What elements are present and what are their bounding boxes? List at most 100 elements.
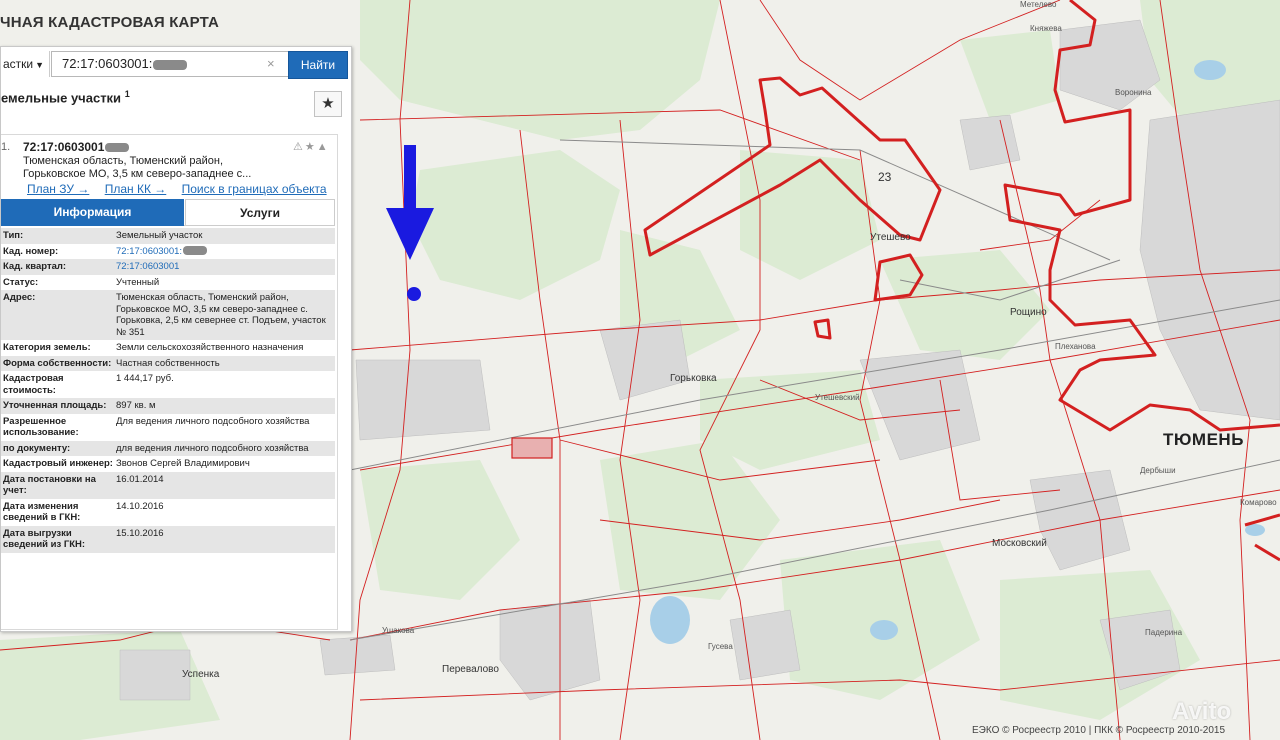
info-value: для ведения личного подсобного хозяйства	[113, 441, 335, 457]
info-value: 1 444,17 руб.	[113, 371, 335, 398]
info-value: Земли сельскохозяйственного назначения	[113, 340, 335, 356]
results-count: 1	[124, 89, 130, 99]
info-value-text: Для ведения личного подсобного хозяйства	[116, 415, 310, 427]
info-value-text: 16.01.2014	[116, 473, 164, 485]
info-row: Категория земель: Земли сельскохозяйствен…	[1, 340, 335, 356]
tab-services[interactable]: Услуги	[185, 199, 335, 225]
info-value: Тюменская область, Тюменский район, Горь…	[113, 290, 335, 340]
info-value: Учтенный	[113, 275, 335, 291]
map-label-voronina: Воронина	[1115, 88, 1152, 97]
info-row: Кадастровый инженер: Звонов Сергей Владим…	[1, 456, 335, 472]
info-key: Дата постановки на учет:	[3, 473, 96, 497]
info-row: Форма собственности: Частная собственност…	[1, 355, 335, 372]
link-plan-zu[interactable]: План ЗУ →	[27, 182, 89, 196]
map-label-guseva: Гусева	[708, 642, 733, 651]
info-row: Статус: Учтенный	[1, 275, 335, 291]
link-plan-kk[interactable]: План КК →	[105, 182, 167, 196]
info-value-text: Тюменская область, Тюменский район, Горь…	[116, 292, 326, 338]
info-key: Тип:	[3, 230, 24, 241]
info-value-text: Звонов Сергей Владимирович	[116, 458, 250, 469]
find-button[interactable]: Найти	[288, 51, 348, 79]
info-row: Дата выгрузки сведений из ГКН: 15.10.2016	[1, 525, 335, 553]
map-attribution: ЕЭКО © Росреестр 2010 | ПКК © Росреестр …	[972, 725, 1226, 736]
info-row: Адрес: Тюменская область, Тюменский район…	[1, 290, 335, 340]
redacted-mark	[183, 246, 208, 256]
search-input-value: 72:17:0603001:	[62, 56, 153, 71]
result-id-text: 72:17:0603001	[23, 140, 105, 154]
card-action-icons[interactable]: ⚠★▲	[293, 140, 330, 153]
redacted-mark	[153, 59, 188, 70]
info-key: Уточненная площадь:	[3, 400, 107, 411]
map-label-knyazheva: Княжева	[1030, 24, 1062, 33]
info-row: Кад. номер: 72:17:0603001:	[1, 244, 335, 260]
redacted-mark	[105, 143, 130, 153]
info-row: Дата постановки на учет: 16.01.2014	[1, 471, 335, 499]
clear-icon[interactable]: ×	[267, 56, 275, 71]
map-label-uspenka: Успенка	[182, 669, 220, 680]
info-value-text: 72:17:0603001:	[116, 245, 183, 257]
info-key: Кадастровая стоимость:	[3, 373, 64, 396]
info-value: Для ведения личного подсобного хозяйства	[113, 414, 335, 441]
app-title: ЧНАЯ КАДАСТРОВАЯ КАРТА	[0, 14, 220, 31]
map-label-moskovsky: Московский	[992, 538, 1047, 549]
search-type-value: астки	[3, 57, 34, 71]
info-value: 15.10.2016	[113, 526, 335, 553]
info-key: Адрес:	[3, 292, 36, 303]
map-label-gorkovka: Горьковка	[670, 373, 717, 384]
info-value: 897 кв. м	[113, 398, 335, 414]
info-row: Разрешенное использование: Для ведения ли…	[1, 414, 335, 441]
result-cadastral-id[interactable]: 72:17:0603001	[23, 140, 130, 154]
info-key: Кад. номер:	[3, 245, 59, 257]
info-value-text: Частная собственность	[116, 357, 220, 369]
info-key: Статус:	[3, 276, 39, 288]
result-index: 1.	[1, 141, 11, 153]
avito-watermark: Avito	[1172, 698, 1232, 725]
favorite-star-icon[interactable]: ★	[314, 91, 342, 117]
map-label-utesheva: Утешево	[870, 232, 911, 243]
map-label-tyumen: ТЮМЕНЬ	[1163, 430, 1244, 449]
map-label-plekhanova: Плеханова	[1055, 342, 1096, 351]
info-value[interactable]: 72:17:0603001	[113, 259, 335, 275]
info-value-text: 897 кв. м	[116, 400, 156, 411]
map-label-komarovo: Комарово	[1240, 498, 1277, 507]
info-value-text: для ведения личного подсобного хозяйства	[116, 442, 309, 454]
info-value: 14.10.2016	[113, 499, 335, 526]
info-key: Кадастровый инженер:	[3, 458, 113, 469]
info-key: Категория земель:	[3, 342, 91, 353]
info-row: Дата изменения сведений в ГКН: 14.10.2016	[1, 499, 335, 526]
map-label-block-number: 23	[878, 170, 892, 184]
info-value: Земельный участок	[113, 228, 335, 244]
info-key: Форма собственности:	[3, 357, 112, 369]
chevron-down-icon: ▼	[35, 60, 45, 70]
results-heading: емельные участки 1	[1, 89, 130, 105]
info-key: Разрешенное использование:	[3, 415, 79, 439]
info-value: Частная собственность	[113, 356, 335, 372]
info-row: Кад. квартал: 72:17:0603001	[1, 259, 335, 275]
info-key: Дата изменения сведений в ГКН:	[3, 500, 81, 524]
info-value[interactable]: 72:17:0603001:	[113, 244, 335, 260]
parcel-point-icon	[407, 287, 421, 301]
result-card: 1. 72:17:0603001 Тюменская область, Тюме…	[1, 134, 338, 630]
search-type-select[interactable]: астки ▼	[1, 51, 50, 77]
tab-information[interactable]: Информация	[1, 199, 184, 226]
map-label-ushakova: Ушакова	[382, 626, 415, 635]
info-key: Кад. квартал:	[3, 261, 67, 272]
info-row: по документу: для ведения личного подсобн…	[1, 440, 335, 457]
info-value: Звонов Сергей Владимирович	[113, 456, 335, 472]
info-value-text: Земли сельскохозяйственного назначения	[116, 342, 304, 353]
search-input[interactable]: 72:17:0603001:	[51, 51, 297, 77]
info-key: по документу:	[3, 442, 71, 454]
info-table: Тип: Земельный участок Кад. номер: 72:17:06…	[1, 228, 335, 553]
info-row: Уточненная площадь: 897 кв. м	[1, 398, 335, 414]
info-row: Тип: Земельный участок	[1, 228, 335, 244]
info-value-text: 1 444,17 руб.	[116, 373, 174, 384]
search-panel: астки ▼ 72:17:0603001: × Найти емельные у…	[0, 46, 352, 632]
map-label-derbyshi: Дербыши	[1140, 466, 1176, 475]
map-label-paderina: Падерина	[1145, 628, 1183, 637]
info-value-text: 15.10.2016	[116, 527, 164, 539]
map-label-roschino: Рощино	[1010, 307, 1047, 318]
small-parcels	[511, 437, 553, 459]
info-value-text: Учтенный	[116, 276, 160, 288]
info-row: Кадастровая стоимость: 1 444,17 руб.	[1, 371, 335, 398]
results-heading-label: емельные участки	[1, 90, 122, 106]
